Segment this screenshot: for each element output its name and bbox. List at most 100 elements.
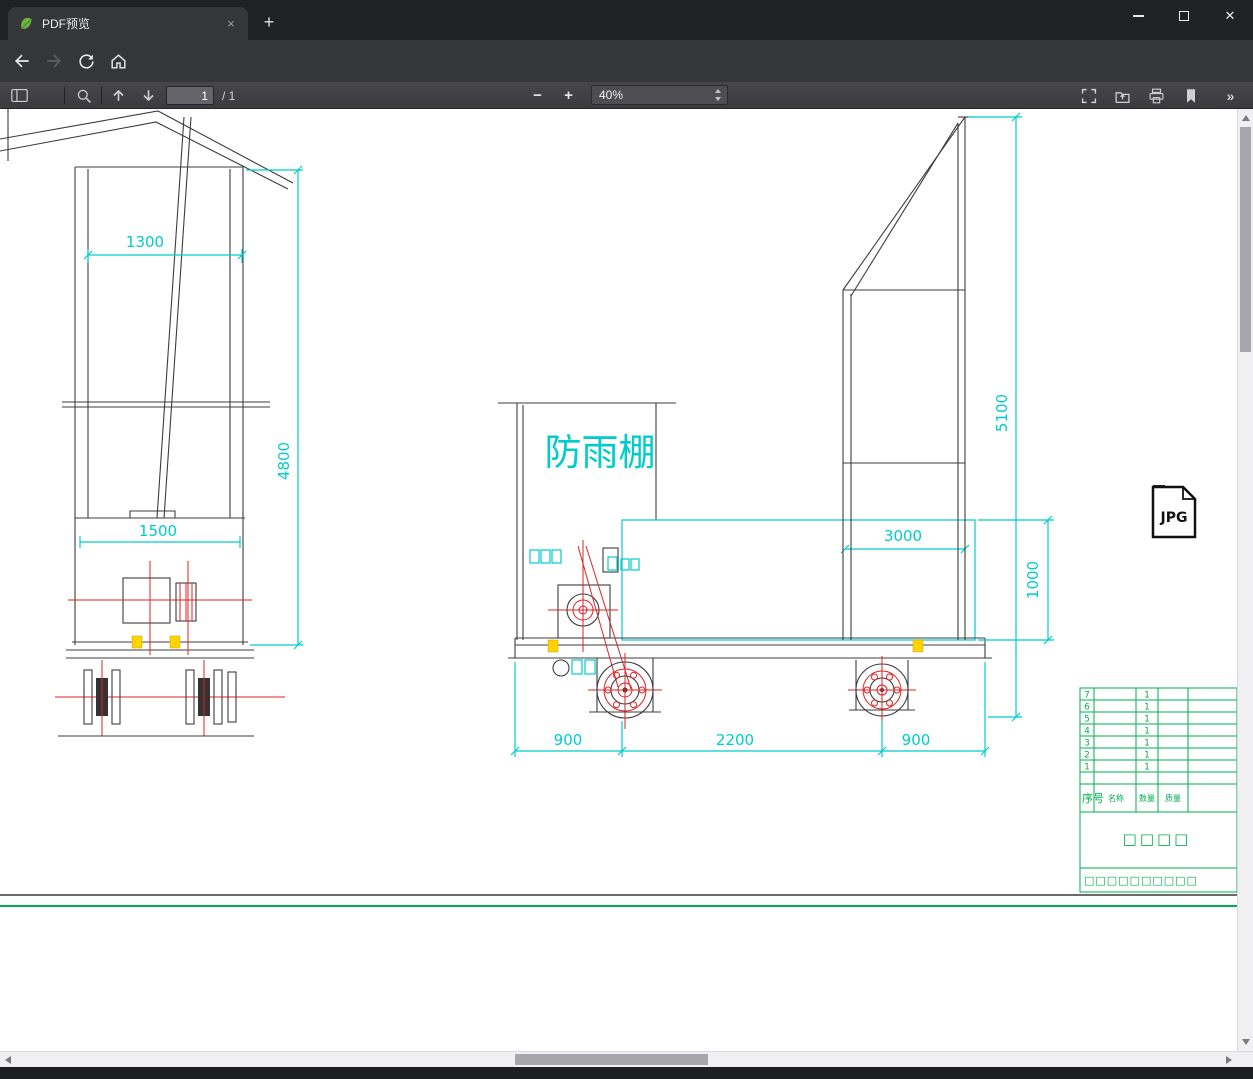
tab-strip: PDF预览 × + ✕ bbox=[0, 0, 1253, 40]
header-mass: 质量 bbox=[1165, 793, 1181, 803]
scroll-left-arrow[interactable] bbox=[5, 1056, 11, 1064]
bookmark-icon bbox=[1186, 88, 1195, 103]
zoom-out-button[interactable]: − bbox=[526, 84, 549, 107]
find-button[interactable] bbox=[72, 84, 95, 107]
row-qty: 1 bbox=[1144, 739, 1150, 749]
minimize-button[interactable] bbox=[1115, 0, 1161, 32]
dim-label-1000: 1000 bbox=[1024, 561, 1042, 599]
row-qty: 1 bbox=[1144, 715, 1150, 725]
dim-label-900-left: 900 bbox=[554, 731, 583, 749]
sheet-border bbox=[0, 894, 1237, 907]
home-icon bbox=[110, 53, 126, 69]
open-file-icon bbox=[1115, 91, 1130, 103]
tab-favicon-leaf-icon bbox=[21, 17, 32, 29]
jpg-label: JPG bbox=[1160, 510, 1188, 526]
header-qty: 数量 bbox=[1139, 793, 1155, 803]
horizontal-scrollbar-thumb[interactable] bbox=[515, 1054, 708, 1065]
maximize-button[interactable] bbox=[1161, 0, 1207, 32]
presentation-mode-button[interactable] bbox=[1077, 84, 1100, 107]
tab-close-icon[interactable]: × bbox=[222, 15, 240, 33]
fullscreen-icon bbox=[1081, 88, 1096, 103]
front-view: 1300 4800 1500 bbox=[0, 109, 303, 737]
dim-label-1300: 1300 bbox=[126, 233, 164, 251]
close-button[interactable]: ✕ bbox=[1207, 0, 1253, 32]
page-down-icon bbox=[143, 90, 154, 102]
row-no: 3 bbox=[1084, 739, 1090, 749]
row-qty: 1 bbox=[1144, 727, 1150, 737]
pdf-toolbar: / 1 − + 40% bbox=[0, 82, 1253, 109]
row-qty: 1 bbox=[1144, 751, 1150, 761]
plus-icon: + bbox=[564, 87, 573, 104]
pdf-page-view: 1300 4800 1500 防雨棚 3000 5100 1000 900 22… bbox=[0, 109, 1237, 1051]
scroll-right-arrow[interactable] bbox=[1226, 1056, 1232, 1064]
horizontal-scrollbar[interactable] bbox=[0, 1051, 1253, 1067]
row-no: 1 bbox=[1084, 763, 1090, 773]
title-block: 7 1 6 1 5 1 4 1 3 1 2 1 1 1 序号 名称 数量 质量 … bbox=[1079, 687, 1237, 893]
header-seq: 序号 bbox=[1082, 791, 1104, 805]
row-no: 2 bbox=[1084, 751, 1090, 761]
scroll-up-arrow[interactable] bbox=[1242, 115, 1250, 121]
home-button[interactable] bbox=[105, 48, 131, 74]
dim-label-1500: 1500 bbox=[139, 522, 177, 540]
row-no: 4 bbox=[1084, 727, 1090, 737]
sidebar-toggle-button[interactable] bbox=[8, 84, 31, 107]
scroll-down-arrow[interactable] bbox=[1242, 1039, 1250, 1045]
maximize-icon bbox=[1179, 11, 1189, 21]
zoom-select[interactable]: 40% bbox=[591, 85, 728, 105]
navigation-bar: localhost:8012/onlinePreview?url=http%3A… bbox=[0, 40, 1253, 116]
window-bottom-edge bbox=[0, 1067, 1253, 1079]
search-icon bbox=[77, 89, 91, 103]
dim-label-3000: 3000 bbox=[884, 527, 922, 545]
minimize-icon bbox=[1132, 15, 1144, 17]
toolbar-separator bbox=[101, 87, 102, 104]
row-qty: 1 bbox=[1144, 763, 1150, 773]
dim-label-4800: 4800 bbox=[275, 442, 293, 480]
open-file-button[interactable] bbox=[1111, 84, 1134, 107]
zoom-value: 40% bbox=[599, 88, 624, 102]
forward-button[interactable] bbox=[41, 48, 67, 74]
toolbar-separator bbox=[64, 87, 65, 104]
dim-label-2200: 2200 bbox=[716, 731, 754, 749]
print-button[interactable] bbox=[1145, 84, 1168, 107]
vertical-scrollbar-thumb[interactable] bbox=[1240, 127, 1251, 352]
row-no: 6 bbox=[1084, 703, 1090, 713]
dim-label-5100: 5100 bbox=[993, 394, 1011, 432]
page-number-input[interactable] bbox=[166, 86, 214, 105]
page-up-icon bbox=[113, 89, 124, 101]
minus-icon: − bbox=[533, 87, 542, 104]
view-bookmark-button[interactable] bbox=[1179, 84, 1202, 107]
next-page-button[interactable] bbox=[137, 84, 160, 107]
image-placeholder-icon: JPG bbox=[1151, 485, 1197, 539]
row-no: 5 bbox=[1084, 715, 1090, 725]
row-no: 7 bbox=[1084, 691, 1090, 701]
tab-pdf-preview[interactable]: PDF预览 × bbox=[8, 7, 248, 40]
sidebar-toggle-icon bbox=[11, 88, 28, 103]
shelter-label: 防雨棚 bbox=[545, 431, 656, 474]
row-qty: 1 bbox=[1144, 703, 1150, 713]
zoom-in-button[interactable]: + bbox=[557, 84, 580, 107]
side-view: 防雨棚 3000 5100 1000 900 2200 900 bbox=[498, 112, 1054, 757]
reload-button[interactable] bbox=[73, 48, 99, 74]
vertical-scrollbar[interactable] bbox=[1237, 109, 1253, 1051]
new-tab-button[interactable]: + bbox=[258, 12, 280, 34]
cad-drawing: 1300 4800 1500 防雨棚 3000 5100 1000 900 22… bbox=[0, 109, 1237, 907]
dim-label-900-right: 900 bbox=[902, 731, 931, 749]
browser-window: PDF预览 × + ✕ 1 / 1 − + 40% » 1300 4800 15… bbox=[0, 0, 1253, 1079]
window-controls: ✕ bbox=[1115, 0, 1253, 32]
title-block-title: □□□□ bbox=[1123, 830, 1192, 848]
printer-icon bbox=[1149, 88, 1164, 103]
tab-title: PDF预览 bbox=[42, 17, 91, 31]
back-button[interactable] bbox=[9, 48, 35, 74]
title-block-note: □□□□□□□□□□ bbox=[1084, 874, 1198, 887]
forward-icon bbox=[47, 54, 62, 68]
chevron-double-icon: » bbox=[1226, 87, 1235, 104]
header-name: 名称 bbox=[1108, 793, 1124, 803]
more-tools-button[interactable]: » bbox=[1219, 84, 1242, 107]
page-count-label: / 1 bbox=[222, 89, 236, 103]
row-qty: 1 bbox=[1144, 691, 1150, 701]
close-icon: ✕ bbox=[1224, 8, 1236, 23]
select-arrows-icon bbox=[715, 89, 721, 101]
back-icon bbox=[14, 54, 29, 68]
reload-icon bbox=[78, 53, 94, 69]
previous-page-button[interactable] bbox=[107, 84, 130, 107]
